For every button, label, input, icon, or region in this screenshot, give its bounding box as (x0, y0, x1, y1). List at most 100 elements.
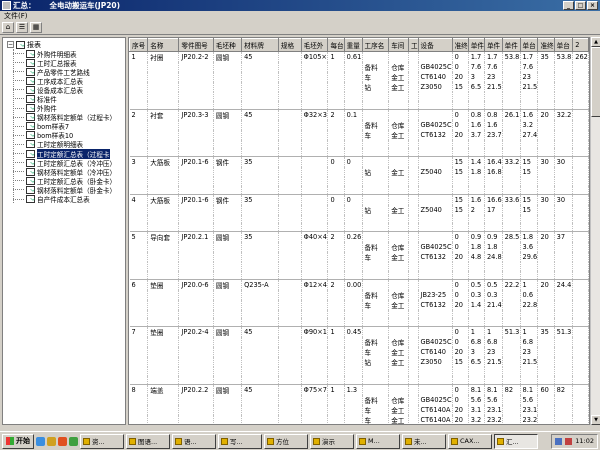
table-cell[interactable] (484, 185, 503, 194)
table-cell[interactable] (408, 204, 419, 215)
table-cell[interactable] (572, 156, 589, 167)
table-cell[interactable] (537, 100, 555, 109)
table-cell[interactable]: 金工 (388, 72, 409, 82)
table-cell[interactable] (327, 289, 345, 300)
table-cell[interactable]: 备料 (362, 394, 390, 405)
table-cell[interactable] (452, 309, 469, 318)
table-cell[interactable] (502, 185, 521, 194)
table-cell[interactable]: 33.2 (502, 156, 521, 167)
table-cell[interactable]: 23.1 (484, 404, 503, 415)
table-cell[interactable] (344, 252, 363, 262)
table-cell[interactable] (388, 318, 409, 327)
table-cell[interactable] (408, 270, 419, 279)
column-header[interactable]: 准终 (451, 38, 469, 52)
home-icon[interactable]: ⌂ (2, 22, 14, 33)
table-cell[interactable]: 0 (452, 51, 469, 62)
table-cell[interactable] (388, 156, 409, 167)
taskbar-button[interactable]: CAX... (448, 433, 492, 449)
table-cell[interactable] (301, 404, 329, 415)
table-cell[interactable] (344, 299, 363, 310)
table-cell[interactable]: 0.9 (484, 231, 503, 242)
table-cell[interactable]: 30 (554, 156, 574, 167)
table-cell[interactable] (301, 129, 329, 140)
table-cell[interactable] (327, 252, 345, 262)
table-cell[interactable] (178, 367, 214, 376)
table-cell[interactable]: 圆钢 (213, 108, 243, 120)
table-cell[interactable] (129, 100, 149, 109)
table-cell[interactable] (418, 214, 453, 223)
table-cell[interactable] (344, 72, 363, 82)
table-row[interactable]: 1 衬圈 JP20.2-2 圆钢 45 Φ105× 1 0.61 0 1.7 1.7 53.8 1.7 3… (129, 51, 589, 62)
table-cell[interactable] (468, 375, 485, 384)
table-cell[interactable] (129, 367, 149, 376)
table-cell[interactable]: 51.3 (554, 326, 574, 337)
table-cell[interactable]: Q235-A (241, 278, 279, 290)
table-row[interactable] (129, 139, 589, 148)
table-row[interactable]: 备料 仓库 JB23-25 0 0.3 0.3 0.6 (129, 289, 589, 300)
table-cell[interactable] (213, 100, 243, 109)
taskbar-button[interactable]: 汇... (494, 433, 538, 449)
table-cell[interactable]: 23.1 (520, 404, 539, 415)
table-cell[interactable] (537, 119, 555, 130)
grid-view-icon[interactable]: ▦ (30, 22, 42, 33)
table-cell[interactable]: 衬套 (147, 108, 180, 120)
table-cell[interactable] (554, 100, 574, 109)
table-cell[interactable] (344, 139, 363, 148)
table-cell[interactable] (408, 214, 419, 223)
table-cell[interactable] (408, 414, 419, 424)
table-cell[interactable]: 23 (484, 72, 503, 82)
table-cell[interactable] (147, 82, 180, 92)
table-cell[interactable] (520, 318, 539, 327)
table-cell[interactable] (537, 223, 555, 232)
table-cell[interactable] (327, 119, 345, 130)
table-cell[interactable]: 0 (452, 119, 469, 130)
table-cell[interactable]: 262 (572, 51, 589, 62)
table-cell[interactable] (147, 375, 180, 384)
table-cell[interactable] (178, 223, 214, 232)
table-cell[interactable] (537, 367, 555, 376)
table-cell[interactable]: 33.6 (502, 193, 521, 205)
table-row[interactable] (129, 262, 589, 271)
table-cell[interactable]: 钻 (362, 167, 390, 177)
table-cell[interactable] (572, 270, 589, 279)
table-cell[interactable] (241, 129, 279, 140)
table-cell[interactable] (278, 148, 302, 157)
table-cell[interactable] (408, 231, 419, 242)
table-cell[interactable]: 1 (327, 383, 345, 395)
table-cell[interactable] (278, 383, 302, 395)
taskbar-button[interactable]: M... (356, 433, 400, 449)
table-cell[interactable] (213, 414, 243, 424)
table-cell[interactable] (554, 92, 574, 101)
table-cell[interactable]: JB23-25 (418, 289, 453, 300)
table-cell[interactable] (408, 375, 419, 384)
table-cell[interactable]: 17 (484, 204, 503, 215)
table-cell[interactable] (129, 204, 149, 215)
table-cell[interactable] (388, 383, 409, 395)
table-row[interactable]: 8 端盖 JP20.2.2 圆钢 45 Φ75×7 1 1.3 0 8.1 8.1 82 8.1 60 82 (129, 383, 589, 395)
table-cell[interactable] (147, 252, 180, 262)
table-cell[interactable] (301, 214, 329, 223)
table-cell[interactable] (147, 139, 180, 148)
table-cell[interactable]: 金工 (388, 129, 409, 140)
table-cell[interactable] (301, 193, 329, 205)
table-cell[interactable] (278, 82, 302, 92)
table-cell[interactable] (554, 404, 574, 415)
table-cell[interactable] (388, 139, 409, 148)
table-cell[interactable] (278, 425, 301, 426)
table-cell[interactable]: 20 (452, 347, 469, 357)
table-cell[interactable]: 3 (129, 156, 149, 167)
table-cell[interactable] (327, 92, 345, 101)
table-cell[interactable]: CT6132 (418, 299, 453, 310)
table-cell[interactable]: 圆钢 (213, 278, 243, 290)
table-cell[interactable]: 6.8 (520, 337, 539, 347)
table-cell[interactable] (520, 367, 539, 376)
table-cell[interactable] (502, 252, 521, 262)
column-header[interactable]: 单件 (501, 38, 521, 52)
table-cell[interactable]: JP20.1-6 (178, 193, 214, 205)
table-cell[interactable] (241, 82, 279, 92)
table-cell[interactable] (213, 404, 243, 415)
table-cell[interactable] (179, 425, 214, 426)
table-cell[interactable]: 35 (241, 156, 279, 167)
scroll-thumb[interactable] (591, 47, 600, 117)
table-cell[interactable] (362, 309, 390, 318)
